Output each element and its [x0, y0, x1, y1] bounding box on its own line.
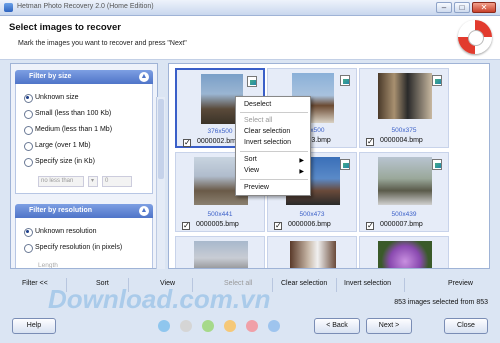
page-title: Select images to recover: [9, 22, 121, 33]
size-value-input[interactable]: 0: [102, 176, 132, 187]
radio-specify-resolution[interactable]: Specify resolution (in pixels): [24, 244, 122, 253]
close-button[interactable]: Close: [444, 318, 488, 334]
lifebuoy-logo: [458, 20, 492, 54]
filter-size-body: Unknown size Small (less than 100 Kb) Me…: [15, 84, 153, 194]
radio-unknown-resolution[interactable]: Unknown resolution: [24, 228, 96, 237]
menu-separator: [240, 151, 308, 152]
menu-separator: [240, 112, 308, 113]
thumbnail-tile[interactable]: 500x439 0000007.bmp: [359, 152, 449, 232]
filter-toggle-button[interactable]: Filter <<: [22, 280, 48, 287]
toolbar-separator: [404, 278, 405, 292]
thumbnail-image: [378, 157, 432, 205]
window-title: Hetman Photo Recovery 2.0 (Home Edition): [17, 3, 154, 10]
image-file-icon: [432, 75, 442, 86]
page-subtitle: Mark the images you want to recover and …: [18, 40, 187, 47]
image-file-icon: [247, 76, 257, 87]
next-button[interactable]: Next >: [366, 318, 412, 334]
select-checkbox[interactable]: [366, 221, 374, 230]
selection-count: 853 images selected from 853: [394, 299, 488, 306]
preview-button[interactable]: Preview: [448, 280, 473, 287]
filter-size-header[interactable]: Filter by size ▲: [15, 70, 153, 84]
select-checkbox[interactable]: [274, 221, 282, 230]
collapse-icon[interactable]: ▲: [139, 206, 149, 216]
menu-item-sort[interactable]: Sort: [244, 156, 257, 163]
collapse-icon[interactable]: ▲: [139, 72, 149, 82]
select-checkbox[interactable]: [183, 138, 191, 147]
toolbar-separator: [272, 278, 273, 292]
thumbnail-image: [378, 241, 432, 268]
minimize-button[interactable]: –: [436, 2, 452, 13]
thumbnail-image: [194, 241, 248, 268]
image-file-icon: [340, 159, 350, 170]
length-label: Length: [38, 262, 58, 269]
invert-selection-button[interactable]: Invert selection: [344, 280, 391, 287]
image-dimensions: 500x439: [391, 211, 417, 218]
file-name: 0000007.bmp: [380, 221, 423, 228]
submenu-arrow-icon: ▶: [299, 169, 304, 175]
size-condition-select[interactable]: no less than: [38, 176, 84, 187]
menu-item-deselect[interactable]: Deselect: [244, 101, 271, 108]
progress-dot: [268, 320, 280, 332]
progress-dot: [224, 320, 236, 332]
menu-item-invert-selection[interactable]: Invert selection: [244, 139, 291, 146]
title-bar: Hetman Photo Recovery 2.0 (Home Edition)…: [0, 0, 500, 16]
size-condition-dropdown-icon[interactable]: ▾: [88, 176, 98, 187]
image-file-icon: [340, 75, 350, 86]
help-button[interactable]: Help: [12, 318, 56, 334]
filter-size-title: Filter by size: [29, 73, 72, 80]
file-name: 0000002.bmp: [197, 138, 240, 145]
filter-panel-scrollbar[interactable]: [156, 97, 165, 269]
close-window-button[interactable]: ✕: [472, 2, 496, 13]
radio-large-size[interactable]: Large (over 1 Mb): [24, 142, 91, 151]
filter-panel: Filter by size ▲ Unknown size Small (les…: [10, 63, 158, 269]
back-button[interactable]: < Back: [314, 318, 360, 334]
status-bar: 853 images selected from 853: [0, 296, 500, 310]
menu-item-select-all[interactable]: Select all: [244, 117, 272, 124]
thumbnail-tile[interactable]: 500x375 0000004.bmp: [359, 68, 449, 148]
file-name: 0000006.bmp: [288, 221, 331, 228]
menu-separator: [240, 179, 308, 180]
thumbnail-image: [290, 241, 336, 268]
image-dimensions: 500x441: [207, 211, 233, 218]
clear-selection-button[interactable]: Clear selection: [281, 280, 327, 287]
image-file-icon: [432, 159, 442, 170]
select-checkbox[interactable]: [366, 137, 374, 146]
thumbnail-tile[interactable]: [267, 236, 357, 268]
context-menu: Deselect Select all Clear selection Inve…: [235, 96, 311, 196]
progress-dot: [202, 320, 214, 332]
file-name: 0000004.bmp: [380, 137, 423, 144]
menu-item-clear-selection[interactable]: Clear selection: [244, 128, 290, 135]
image-dimensions: 500x473: [299, 211, 325, 218]
radio-small-size[interactable]: Small (less than 100 Kb): [24, 110, 111, 119]
menu-item-view[interactable]: View: [244, 167, 259, 174]
maximize-button[interactable]: □: [454, 2, 470, 13]
submenu-arrow-icon: ▶: [299, 158, 304, 164]
filter-resolution-title: Filter by resolution: [29, 207, 93, 214]
menu-item-preview[interactable]: Preview: [244, 184, 269, 191]
thumbnail-grid: 376x500 0000002.bmp 375x500 0000003.bmp …: [168, 63, 490, 269]
radio-unknown-size[interactable]: Unknown size: [24, 94, 79, 103]
select-checkbox[interactable]: [182, 221, 190, 230]
file-name: 0000005.bmp: [196, 221, 239, 228]
radio-medium-size[interactable]: Medium (less than 1 Mb): [24, 126, 112, 135]
wizard-header: Select images to recover Mark the images…: [0, 16, 500, 60]
radio-specify-size[interactable]: Specify size (in Kb): [24, 158, 95, 167]
thumbnail-tile[interactable]: [359, 236, 449, 268]
filter-resolution-body: Unknown resolution Specify resolution (i…: [15, 218, 153, 269]
thumbnail-tile[interactable]: [175, 236, 265, 268]
filter-resolution-header[interactable]: Filter by resolution ▲: [15, 204, 153, 218]
progress-dot: [180, 320, 192, 332]
toolbar-separator: [336, 278, 337, 292]
thumbnail-image: [378, 73, 432, 119]
app-icon: [4, 3, 13, 12]
scrollbar-thumb[interactable]: [158, 99, 164, 179]
image-dimensions: 500x375: [391, 127, 417, 134]
progress-dot: [246, 320, 258, 332]
progress-dot: [158, 320, 170, 332]
